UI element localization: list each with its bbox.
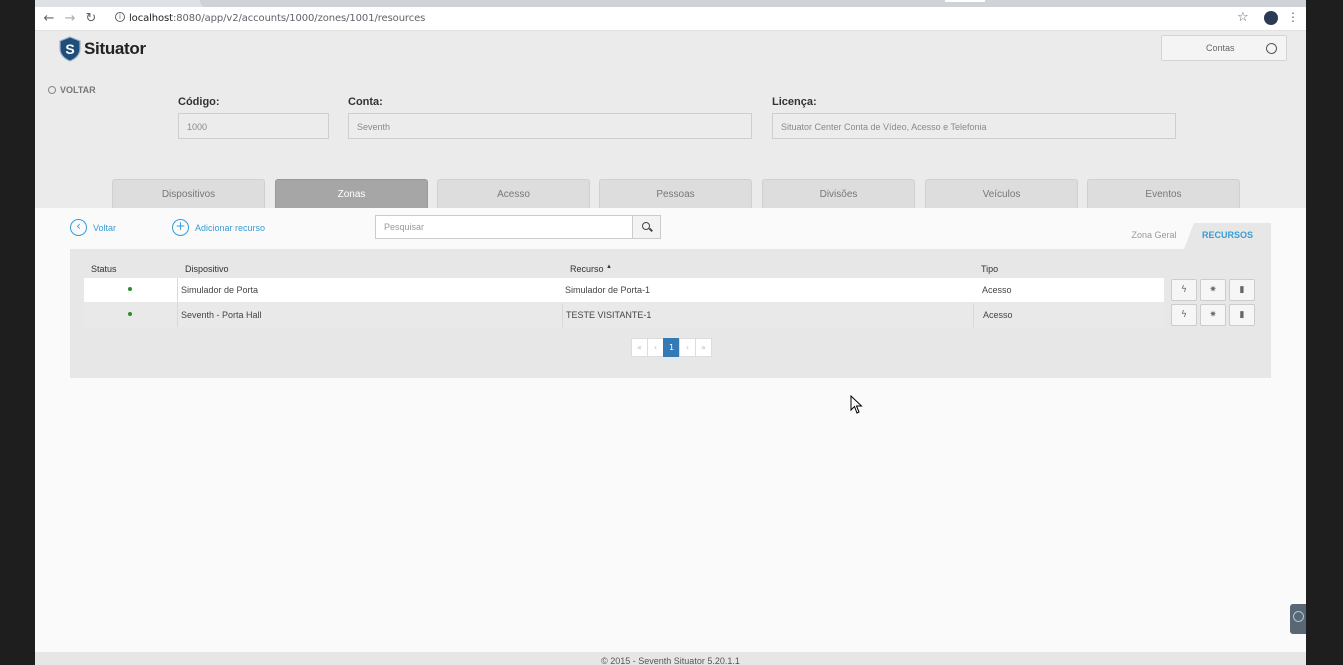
tab-eventos[interactable]: Eventos: [1087, 179, 1240, 209]
tab-veiculos[interactable]: Veículos: [925, 179, 1078, 209]
browser-toolbar: ← → ↻ i localhost:8080/app/v2/accounts/1…: [35, 7, 1306, 31]
browser-tab[interactable]: [200, 0, 1306, 7]
page-footer: © 2015 - Seventh Situator 5.20.1.1: [35, 652, 1306, 665]
tab-divisoes[interactable]: Divisões: [762, 179, 915, 209]
tab-zona-geral[interactable]: Zona Geral: [1120, 223, 1188, 249]
app-logo[interactable]: S Situator: [59, 35, 146, 63]
url-path: :8080/app/v2/accounts/1000/zones/1001/re…: [173, 13, 426, 24]
license-label: Licença:: [772, 96, 817, 108]
code-label: Código:: [178, 96, 220, 108]
header-resource-label: Recurso: [570, 264, 604, 274]
profile-avatar[interactable]: [1264, 11, 1278, 25]
header-type[interactable]: Tipo: [981, 264, 998, 274]
resources-panel: Status Dispositivo Recurso ▲ Tipo Simula…: [70, 249, 1271, 378]
info-icon[interactable]: i: [115, 12, 125, 22]
chat-icon: [1293, 611, 1304, 622]
delete-trash-icon[interactable]: ▮: [1229, 279, 1255, 301]
pagination: « ‹ 1 › »: [631, 338, 712, 357]
accounts-button[interactable]: Contas: [1161, 35, 1287, 61]
account-field: Seventh: [348, 113, 752, 139]
tab-dispositivos[interactable]: Dispositivos: [112, 179, 265, 209]
cell-resource: TESTE VISITANTE-1: [562, 303, 972, 327]
settings-gear-icon[interactable]: ✷: [1200, 279, 1226, 301]
app-header: S Situator Contas VOLTAR Código: 1000 Co…: [35, 31, 1306, 209]
logo-letter: S: [65, 41, 74, 57]
add-resource-button[interactable]: + Adicionar recurso: [172, 219, 265, 236]
main-tabs: Dispositivos Zonas Acesso Pessoas Divisõ…: [35, 179, 1306, 209]
shield-logo-icon: S: [59, 36, 81, 62]
tab-acesso[interactable]: Acesso: [437, 179, 590, 209]
search-box: [375, 215, 661, 239]
browser-window: ← → ↻ i localhost:8080/app/v2/accounts/1…: [35, 0, 1306, 665]
cell-device: Seventh - Porta Hall: [177, 303, 564, 327]
search-input[interactable]: [376, 216, 633, 238]
zone-subtabs: Zona Geral RECURSOS: [1120, 223, 1271, 249]
add-resource-label: Adicionar recurso: [195, 222, 266, 233]
chat-widget-tab[interactable]: [1290, 604, 1306, 634]
trigger-button[interactable]: ϟ: [1171, 279, 1197, 301]
back-arrow-icon[interactable]: ←: [40, 10, 58, 28]
search-button[interactable]: [632, 216, 660, 238]
browser-tab-strip: [35, 0, 1306, 7]
page-last[interactable]: »: [695, 338, 712, 357]
page-prev[interactable]: ‹: [647, 338, 664, 357]
table-row[interactable]: Seventh - Porta Hall TESTE VISITANTE-1 A…: [84, 303, 1164, 327]
plus-circle-icon: +: [172, 219, 189, 236]
back-button[interactable]: ‹ Voltar: [70, 219, 116, 236]
back-button-label: Voltar: [93, 222, 117, 233]
browser-menu-icon[interactable]: ⋮: [1287, 10, 1299, 24]
cell-type: Acesso: [982, 285, 1012, 295]
reload-icon[interactable]: ↻: [82, 10, 100, 28]
back-link-top[interactable]: VOLTAR: [48, 85, 96, 95]
address-bar[interactable]: localhost:8080/app/v2/accounts/1000/zone…: [129, 11, 425, 27]
cell-resource: Simulador de Porta-1: [565, 285, 651, 295]
header-status[interactable]: Status: [91, 264, 117, 274]
page-next[interactable]: ›: [679, 338, 696, 357]
trigger-button[interactable]: ϟ: [1171, 304, 1197, 326]
page-current[interactable]: 1: [663, 338, 680, 357]
delete-trash-icon[interactable]: ▮: [1229, 304, 1255, 326]
user-circle-icon: [1266, 43, 1277, 54]
page-first[interactable]: «: [631, 338, 648, 357]
tab-recursos[interactable]: RECURSOS: [1184, 223, 1271, 249]
browser-tab-highlight: [945, 0, 985, 2]
url-host: localhost: [129, 13, 173, 24]
cell-device: Simulador de Porta: [177, 278, 564, 302]
tab-zonas[interactable]: Zonas: [275, 179, 428, 209]
back-link-top-label: VOLTAR: [60, 85, 96, 95]
status-indicator: [128, 312, 132, 316]
mouse-cursor-icon: [850, 395, 863, 414]
account-label: Conta:: [348, 96, 383, 108]
cell-type: Acesso: [973, 303, 1164, 327]
forward-arrow-icon[interactable]: →: [61, 10, 79, 28]
brand-name: Situator: [84, 39, 146, 58]
sort-asc-icon: ▲: [606, 264, 612, 270]
chevron-left-icon: ‹: [70, 219, 87, 236]
tab-pessoas[interactable]: Pessoas: [599, 179, 752, 209]
settings-gear-icon[interactable]: ✷: [1200, 304, 1226, 326]
header-resource[interactable]: Recurso ▲: [570, 264, 612, 274]
back-circle-icon: [48, 86, 56, 94]
status-indicator: [128, 287, 132, 291]
code-field: 1000: [178, 113, 329, 139]
license-field: Situator Center Conta de Vídeo, Acesso e…: [772, 113, 1176, 139]
accounts-button-label: Contas: [1206, 43, 1235, 53]
header-device[interactable]: Dispositivo: [185, 264, 229, 274]
main-content: ‹ Voltar + Adicionar recurso Zona Geral …: [35, 208, 1306, 652]
table-row[interactable]: Simulador de Porta Simulador de Porta-1 …: [84, 278, 1164, 302]
bookmark-star-icon[interactable]: ☆: [1237, 10, 1249, 25]
